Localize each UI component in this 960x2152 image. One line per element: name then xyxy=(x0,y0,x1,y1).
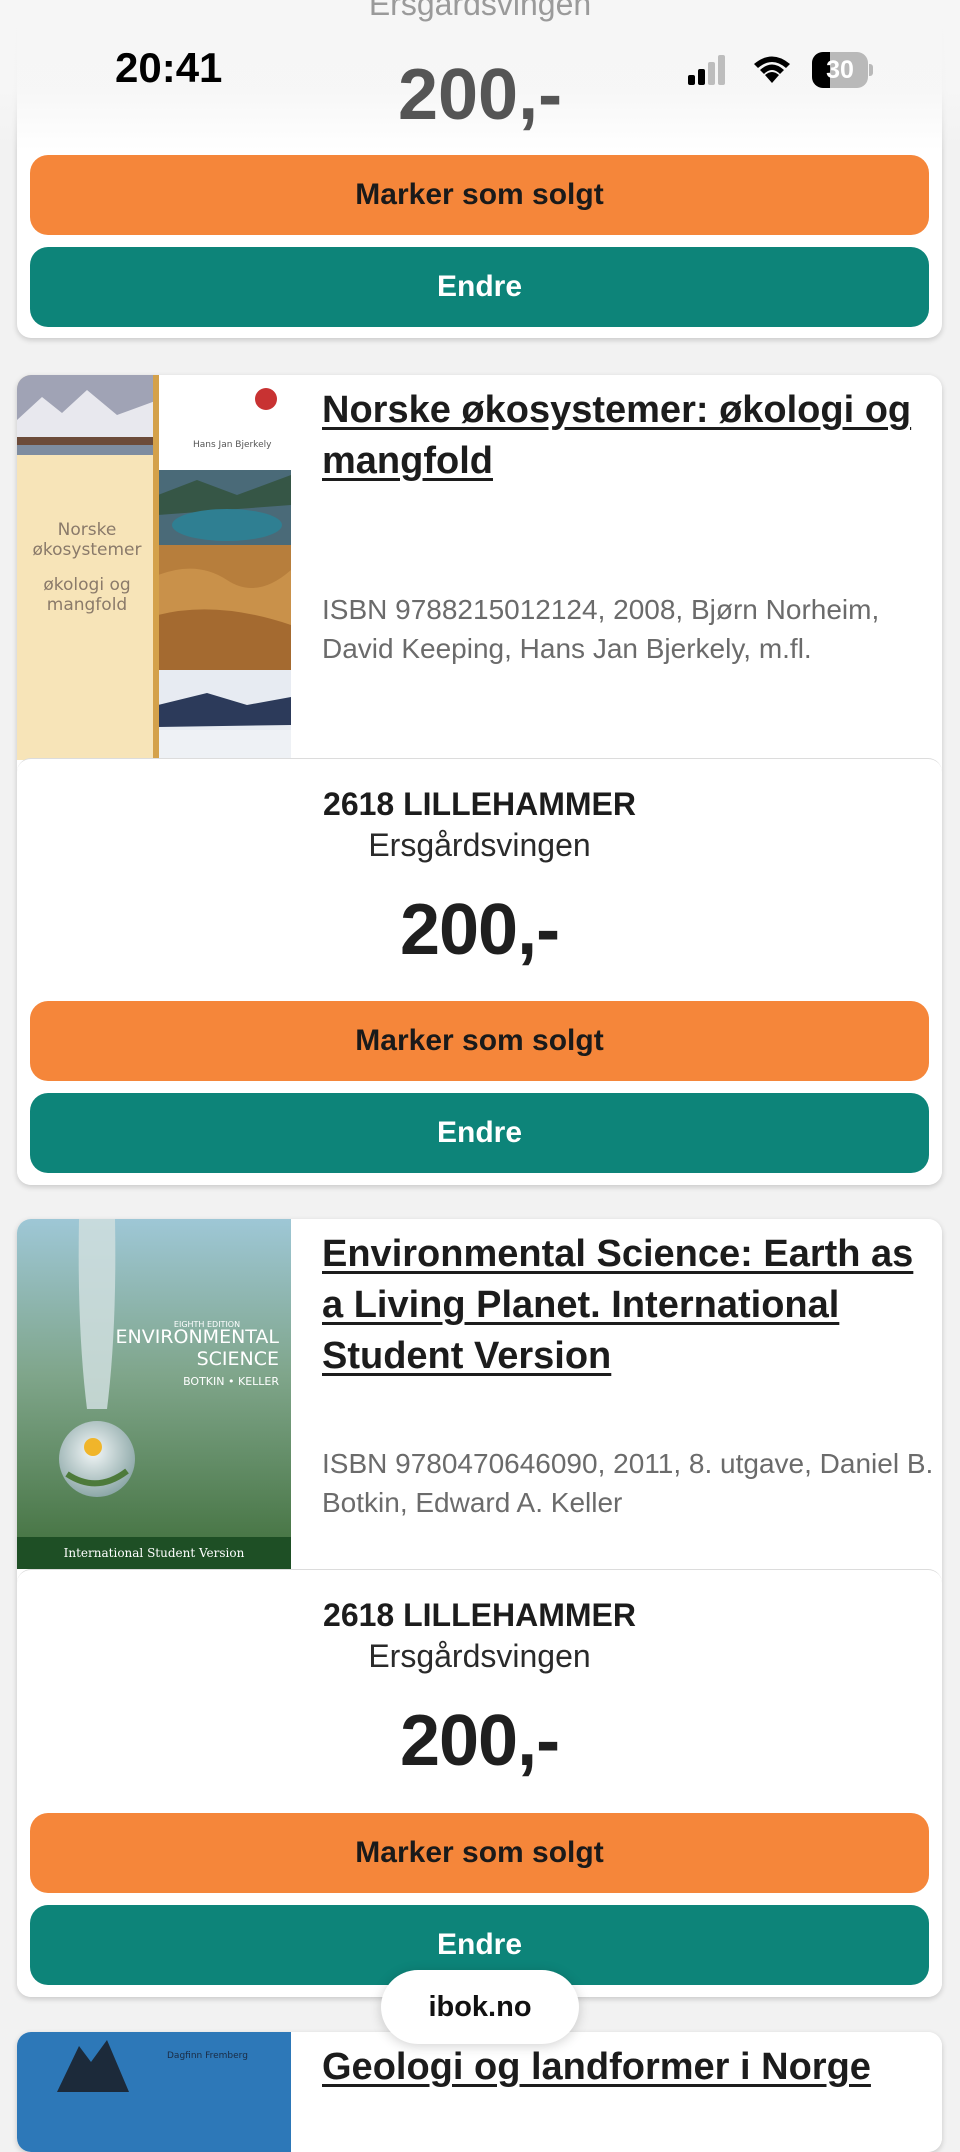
wifi-icon xyxy=(754,56,790,83)
seller-city: 2618 LILLEHAMMER xyxy=(323,1597,636,1633)
mark-sold-button[interactable]: Marker som solgt xyxy=(30,1813,929,1893)
svg-text:Hans Jan Bjerkely: Hans Jan Bjerkely xyxy=(193,440,272,450)
edit-button[interactable]: Endre xyxy=(30,247,929,327)
svg-text:International Student Version: International Student Version xyxy=(64,1546,245,1560)
status-bar: Ersgårdsvingen 200,- 20:41 30 xyxy=(0,0,960,150)
book-meta: ISBN 9788215012124, 2008, Bjørn Norheim,… xyxy=(322,594,880,664)
svg-text:økosystemer: økosystemer xyxy=(33,540,142,560)
svg-text:mangfold: mangfold xyxy=(47,595,127,615)
seller-street: Ersgårdsvingen xyxy=(368,0,592,22)
listing-card: Hans Jan Bjerkely Norske økosystemer øko… xyxy=(17,375,942,1185)
seller-info: 2618 LILLEHAMMER Ersgårdsvingen 200,- Ma… xyxy=(17,758,942,1185)
svg-text:BOTKIN • KELLER: BOTKIN • KELLER xyxy=(183,1375,279,1388)
book-meta: ISBN 9780470646090, 2011, 8. utgave, Dan… xyxy=(322,1448,934,1518)
edit-button[interactable]: Endre xyxy=(30,1093,929,1173)
book-cover-image[interactable]: Hans Jan Bjerkely Norske økosystemer øko… xyxy=(17,375,291,760)
mark-sold-button[interactable]: Marker som solgt xyxy=(30,1001,929,1081)
book-cover-image[interactable]: Dagfinn Fremberg xyxy=(17,2032,291,2152)
svg-text:økologi og: økologi og xyxy=(43,575,130,595)
svg-text:Norske: Norske xyxy=(58,520,117,540)
price: 200,- xyxy=(399,1701,560,1781)
svg-text:Dagfinn Fremberg: Dagfinn Fremberg xyxy=(167,2051,248,2061)
mark-sold-button[interactable]: Marker som solgt xyxy=(30,155,929,235)
seller-city: 2618 LILLEHAMMER xyxy=(323,786,636,822)
listing-card: EIGHTH EDITION ENVIRONMENTAL SCIENCE BOT… xyxy=(17,1219,942,1997)
url-bar-domain[interactable]: ibok.no xyxy=(381,1970,579,2044)
battery-level: 30 xyxy=(826,56,854,84)
status-time: 20:41 xyxy=(115,44,223,91)
signal-icon xyxy=(688,55,725,85)
battery-icon: 30 xyxy=(812,52,874,88)
book-title-link[interactable]: Environmental Science: Earth as a Living… xyxy=(322,1229,932,1382)
seller-street: Ersgårdsvingen xyxy=(368,1638,591,1674)
seller-street: Ersgårdsvingen xyxy=(368,827,591,863)
book-cover-image[interactable]: EIGHTH EDITION ENVIRONMENTAL SCIENCE BOT… xyxy=(17,1219,291,1569)
book-title-link[interactable]: Geologi og landformer i Norge xyxy=(322,2042,932,2093)
book-title-link[interactable]: Norske økosystemer: økologi og mangfold xyxy=(322,385,932,487)
seller-info: 2618 LILLEHAMMER Ersgårdsvingen 200,- Ma… xyxy=(17,1569,942,1997)
book-row[interactable]: Dagfinn Fremberg Geologi og landformer i… xyxy=(17,2032,942,2152)
book-row[interactable]: EIGHTH EDITION ENVIRONMENTAL SCIENCE BOT… xyxy=(17,1219,942,1571)
svg-text:ENVIRONMENTAL: ENVIRONMENTAL xyxy=(115,1326,279,1348)
svg-text:SCIENCE: SCIENCE xyxy=(197,1348,279,1370)
book-row[interactable]: Hans Jan Bjerkely Norske økosystemer øko… xyxy=(17,375,942,760)
price: 200,- xyxy=(399,890,560,970)
listing-card: Dagfinn Fremberg Geologi og landformer i… xyxy=(17,2032,942,2152)
